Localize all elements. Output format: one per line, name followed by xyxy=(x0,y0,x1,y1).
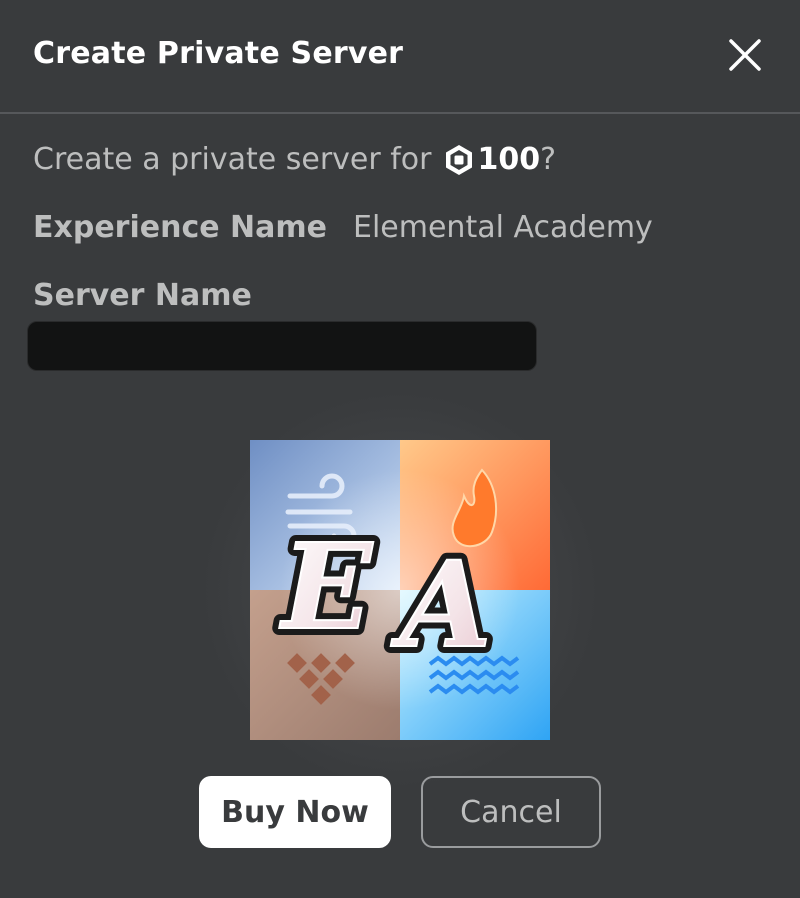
experience-name-label: Experience Name xyxy=(33,210,327,245)
dialog-header: Create Private Server xyxy=(0,0,800,114)
cancel-button[interactable]: Cancel xyxy=(421,776,601,848)
experience-thumbnail: E E A A xyxy=(250,440,550,740)
close-button[interactable] xyxy=(722,32,768,78)
price-amount: 100 xyxy=(477,142,541,177)
create-private-server-dialog: Create Private Server Create a private s… xyxy=(0,0,800,898)
svg-text:E: E xyxy=(279,517,374,656)
prompt-suffix: ? xyxy=(540,142,557,177)
close-icon xyxy=(729,39,761,71)
robux-icon xyxy=(445,144,472,175)
prompt-text: Create a private server for xyxy=(33,142,432,177)
experience-name-value: Elemental Academy xyxy=(353,210,653,245)
server-name-input[interactable] xyxy=(27,321,537,371)
svg-text:A: A xyxy=(390,535,492,674)
buy-now-button[interactable]: Buy Now xyxy=(199,776,391,848)
price-tag: 100 xyxy=(444,142,541,177)
server-name-label: Server Name xyxy=(33,278,252,313)
purchase-prompt: Create a private server for 100 ? xyxy=(33,142,556,177)
dialog-title: Create Private Server xyxy=(33,36,404,71)
